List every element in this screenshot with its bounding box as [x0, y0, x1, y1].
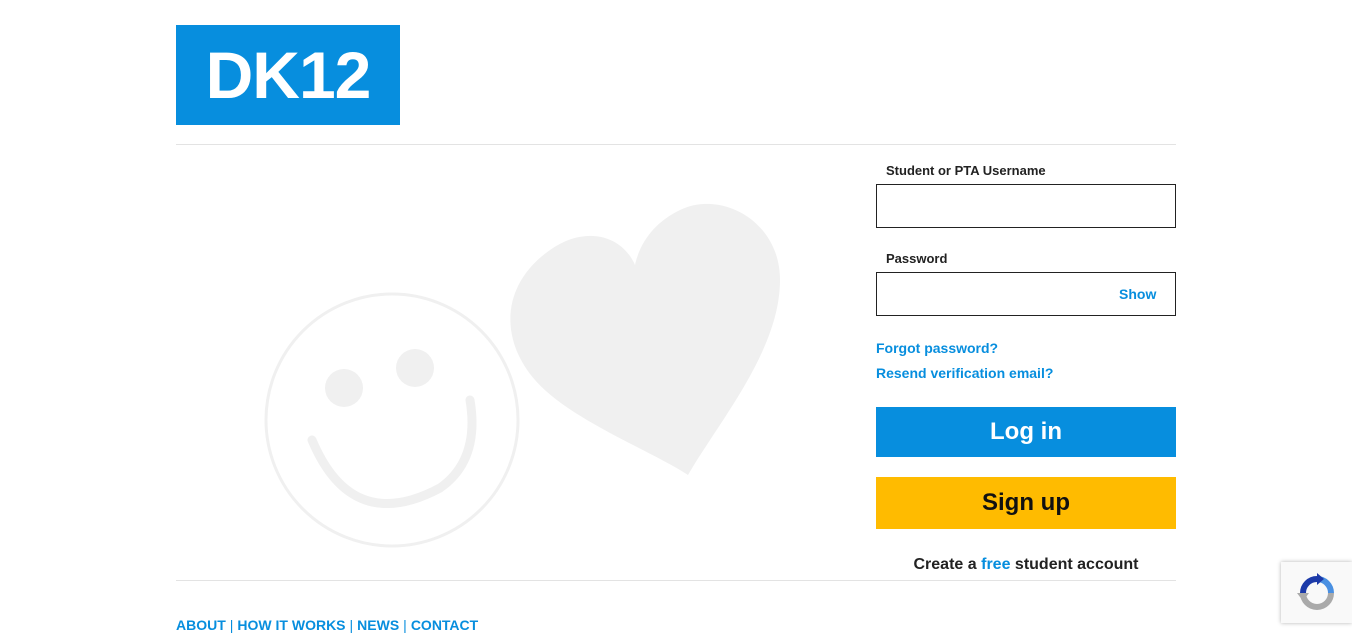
username-label: Student or PTA Username: [886, 163, 1046, 178]
hero-illustration: [264, 203, 780, 548]
footer-link-about[interactable]: ABOUT: [176, 617, 226, 633]
password-label: Password: [886, 251, 948, 266]
resend-verification-link[interactable]: Resend verification email?: [876, 365, 1053, 381]
footer-link-how-it-works[interactable]: HOW IT WORKS: [237, 617, 345, 633]
heart-icon: [510, 203, 780, 475]
footer-link-news[interactable]: NEWS: [357, 617, 399, 633]
forgot-password-link[interactable]: Forgot password?: [876, 340, 998, 356]
footer-link-contact[interactable]: CONTACT: [411, 617, 478, 633]
login-button[interactable]: Log in: [876, 407, 1176, 457]
show-password-toggle[interactable]: Show: [1119, 286, 1156, 302]
footer-nav: ABOUT | HOW IT WORKS | NEWS | CONTACT: [176, 617, 478, 633]
footer-divider: [176, 580, 1176, 581]
header-divider: [176, 144, 1176, 145]
create-account-text: Create a free student account: [876, 556, 1176, 574]
free-highlight: free: [981, 556, 1011, 573]
recaptcha-badge[interactable]: [1281, 562, 1352, 623]
footer-separator: |: [403, 617, 407, 633]
footer-separator: |: [229, 617, 234, 633]
create-account-prefix: Create a: [913, 556, 977, 573]
username-input[interactable]: [876, 184, 1176, 228]
footer-separator: |: [349, 617, 354, 633]
create-account-suffix: student account: [1014, 556, 1139, 573]
smiley-face-icon: [264, 292, 520, 548]
recaptcha-icon: [1296, 572, 1334, 610]
dk12-logo[interactable]: DK12: [176, 25, 400, 125]
signup-button[interactable]: Sign up: [876, 477, 1176, 529]
